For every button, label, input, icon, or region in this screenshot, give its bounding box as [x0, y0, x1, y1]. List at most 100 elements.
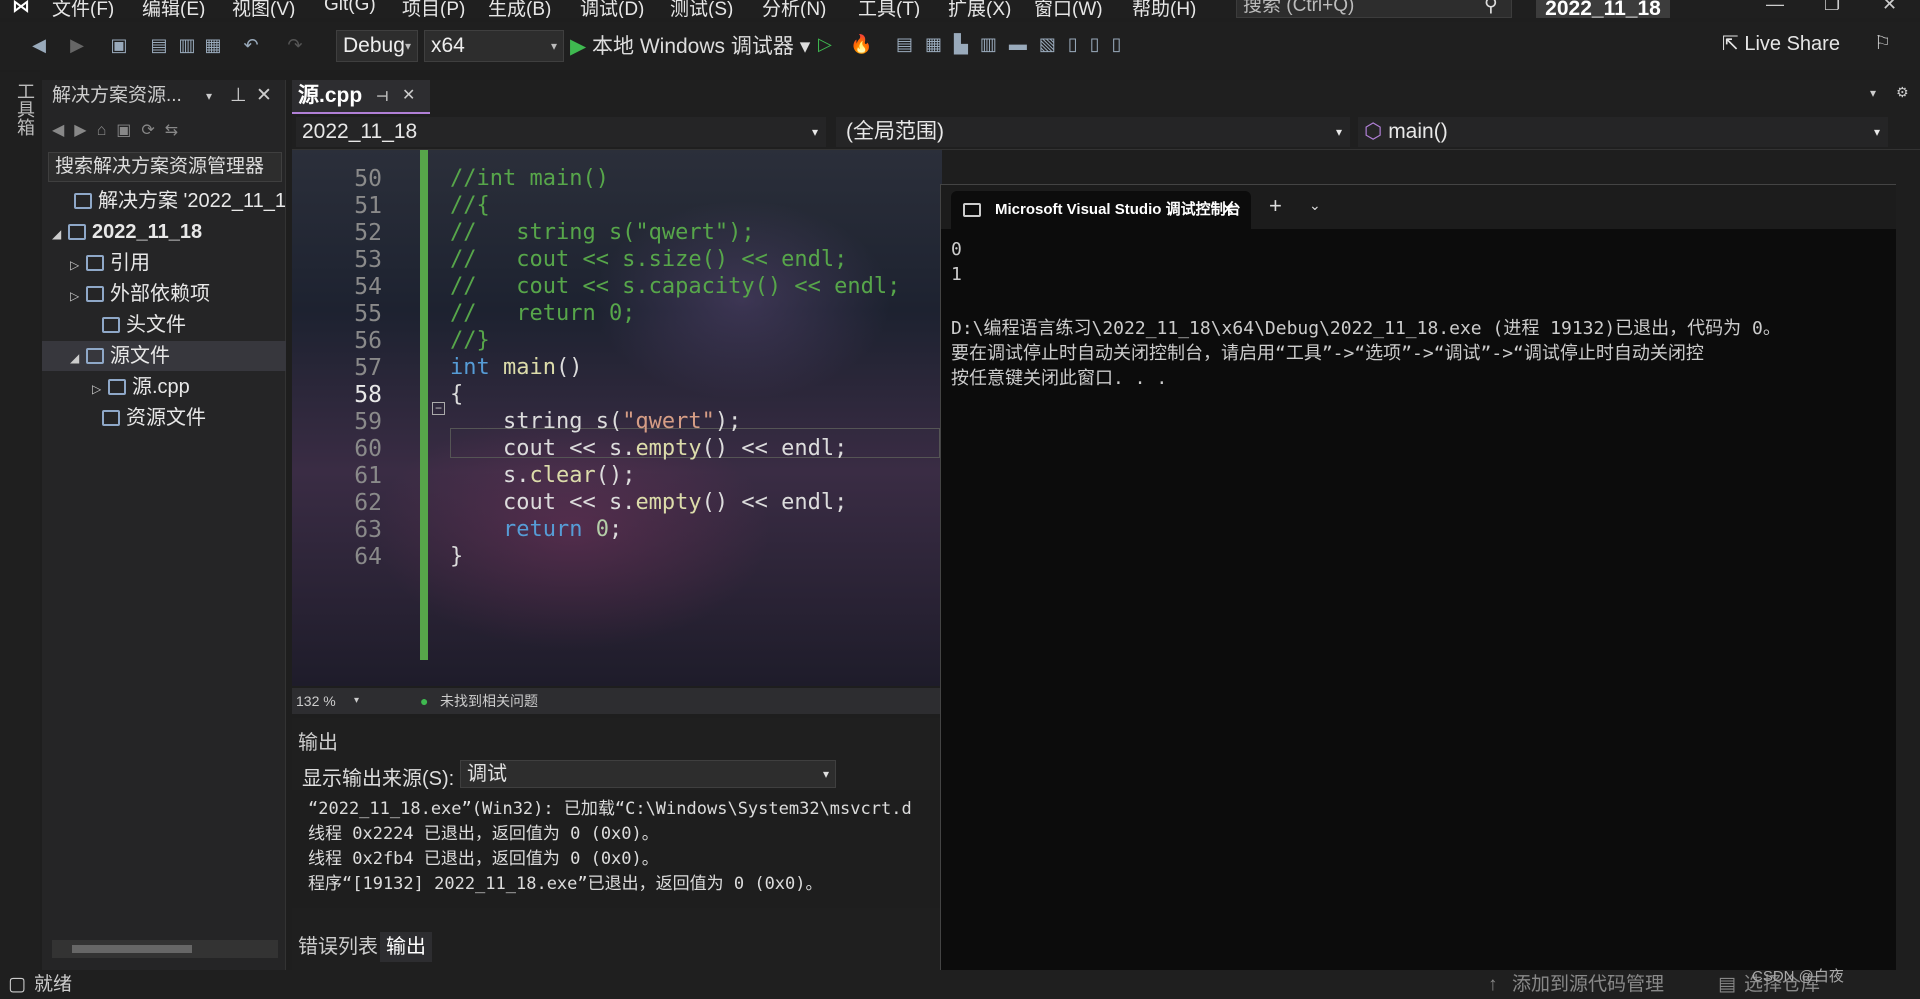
line-number: 57	[354, 355, 382, 381]
menu-item[interactable]: 测试(S)	[670, 0, 733, 18]
new-tab-icon[interactable]: +	[1269, 193, 1282, 219]
console-tab[interactable]: Microsoft Visual Studio 调试控制台 ✕	[951, 191, 1251, 229]
toolbar-icons-group[interactable]: ▤▦▙▥▬▧▯▯▯	[896, 34, 1134, 55]
menu-item[interactable]: 窗口(W)	[1034, 0, 1103, 18]
feedback-icon[interactable]: ⚐	[1874, 32, 1891, 55]
tab-source-cpp[interactable]: 源.cpp ⊣ ✕	[292, 80, 430, 114]
pin-icon[interactable]: ⊥	[230, 80, 247, 112]
live-share-button[interactable]: ⇱ Live Share	[1722, 31, 1840, 56]
save-all-icon[interactable]: ▦	[202, 34, 224, 56]
code-editor[interactable]: 50 51 52 53 54 55 56 57 58 59 60 61 62 63 64 − //int m…	[292, 150, 942, 686]
configuration-select[interactable]: Debug ▾	[336, 30, 418, 62]
tab-pin-icon[interactable]: ⊣	[376, 80, 389, 112]
line-number: 61	[354, 463, 382, 489]
horizontal-scrollbar[interactable]	[52, 940, 278, 958]
member-dropdown[interactable]: ⬡ main() ▾	[1358, 117, 1888, 147]
platform-select[interactable]: x64 ▾	[424, 30, 564, 62]
undo-icon[interactable]: ↶	[240, 34, 262, 56]
search-input[interactable]: 搜索 (Ctrl+Q)	[1236, 0, 1512, 18]
menu-item[interactable]: 分析(N)	[762, 0, 826, 18]
line-number: 53	[354, 247, 382, 273]
tree-item[interactable]: ▷ 源.cpp	[42, 372, 286, 402]
live-share-label: Live Share	[1744, 33, 1840, 55]
nav-member-value: main()	[1388, 120, 1448, 143]
start-without-debug-icon[interactable]: ▷	[818, 34, 832, 55]
output-text[interactable]: “2022_11_18.exe”(Win32): 已加载“C:\Windows\…	[292, 790, 942, 908]
add-source-control-button[interactable]: 添加到源代码管理	[1512, 970, 1664, 999]
expand-icon[interactable]: ◢	[70, 343, 86, 371]
start-debugging-button[interactable]: ▶ 本地 Windows 调试器 ▾	[570, 30, 810, 60]
share-icon: ⇱	[1722, 33, 1739, 55]
menu-item[interactable]: 工具(T)	[858, 0, 920, 18]
tree-item[interactable]: ▷ 引用	[42, 248, 286, 278]
output-line: 线程 0x2fb4 已退出，返回值为 0 (0x0)。	[308, 849, 659, 869]
folder-icon	[74, 193, 92, 209]
project-dropdown[interactable]: 2022_11_18 ▾	[296, 117, 826, 147]
menu-item[interactable]: 生成(B)	[488, 0, 551, 18]
code-line: cout << s.empty() << endl;	[450, 436, 848, 461]
tab-close-icon[interactable]: ✕	[402, 80, 415, 112]
folder-icon	[102, 410, 120, 426]
hot-reload-icon[interactable]: 🔥	[850, 34, 872, 55]
upload-icon[interactable]: ↑	[1488, 970, 1498, 999]
back-icon[interactable]: ◀	[28, 34, 50, 56]
issues-status[interactable]: 未找到相关问题	[440, 688, 538, 714]
minimize-icon[interactable]: —	[1766, 0, 1784, 15]
code-line: //int main()	[450, 166, 609, 191]
menu-item[interactable]: 项目(P)	[402, 0, 465, 18]
repo-icon[interactable]: ▤	[1718, 970, 1736, 999]
console-tab-title: Microsoft Visual Studio 调试控制台	[995, 201, 1241, 218]
expand-icon[interactable]: ▷	[92, 374, 108, 402]
tree-item-label: 头文件	[126, 314, 186, 336]
toolbox-strip[interactable]: 工具箱	[0, 72, 40, 970]
menu-item[interactable]: 帮助(H)	[1132, 0, 1196, 18]
close-icon[interactable]: ✕	[1882, 0, 1897, 15]
line-number: 51	[354, 193, 382, 219]
save-icon[interactable]: ▥	[176, 34, 198, 56]
menu-item[interactable]: 视图(V)	[232, 0, 295, 18]
tree-item[interactable]: 资源文件	[42, 403, 286, 433]
code-line: s.clear();	[450, 463, 636, 488]
collapse-icon[interactable]: −	[432, 402, 445, 415]
menu-item[interactable]: 调试(D)	[580, 0, 644, 18]
menu-item[interactable]: 编辑(E)	[142, 0, 205, 18]
tree-item[interactable]: ◢ 源文件	[42, 341, 286, 371]
search-icon[interactable]: ⚲	[1484, 0, 1498, 17]
output-source-value: 调试	[467, 763, 507, 785]
expand-icon[interactable]: ◢	[52, 219, 68, 247]
code-line: string s("qwert");	[450, 409, 742, 434]
open-icon[interactable]: ▤	[148, 34, 170, 56]
tab-overflow-icon[interactable]: ▾	[1870, 86, 1876, 100]
vs-logo-icon[interactable]: ⋈	[12, 0, 30, 17]
debug-console-window[interactable]: Microsoft Visual Studio 调试控制台 ✕ + ⌄ 0 1 D:…	[940, 184, 1920, 974]
console-tab-close-icon[interactable]: ✕	[1221, 191, 1235, 229]
solution-search-input[interactable]: 搜索解决方案资源管理器	[48, 152, 282, 182]
bottom-tab[interactable]: 错误列表	[292, 932, 384, 962]
redo-icon[interactable]: ↷	[284, 34, 306, 56]
panel-menu-icon[interactable]: ▾	[206, 80, 212, 112]
editor-scrollbar[interactable]	[1896, 150, 1920, 970]
menu-item[interactable]: 文件(F)	[52, 0, 114, 18]
tree-item[interactable]: 解决方案 '2022_11_18'	[42, 186, 286, 216]
tree-item[interactable]: ◢ 2022_11_18	[42, 217, 286, 247]
close-panel-icon[interactable]: ✕	[256, 80, 272, 112]
solution-toolbar: ◀▶⌂▣⟳⇆	[52, 122, 189, 139]
console-line: 0	[951, 239, 962, 260]
menu-bar: ⋈ 文件(F) 编辑(E) 视图(V) Git(G) 项目(P) 生成(B) 调试(D) 测试…	[0, 0, 1920, 18]
menu-item[interactable]: 扩展(X)	[948, 0, 1011, 18]
zoom-dropdown-icon[interactable]: ▾	[354, 688, 359, 714]
new-project-icon[interactable]: ▣	[108, 34, 130, 56]
forward-icon[interactable]: ▶	[66, 34, 88, 56]
bottom-tab[interactable]: 输出	[380, 932, 432, 962]
zoom-level[interactable]: 132 %	[296, 688, 336, 714]
tree-item[interactable]: ▷ 外部依赖项	[42, 279, 286, 309]
menu-item[interactable]: Git(G)	[324, 0, 376, 16]
expand-icon[interactable]: ▷	[70, 250, 86, 278]
output-source-select[interactable]: 调试 ▾	[460, 760, 836, 788]
restore-icon[interactable]: ❐	[1824, 0, 1840, 15]
settings-icon[interactable]: ⚙	[1896, 84, 1909, 101]
expand-icon[interactable]: ▷	[70, 281, 86, 309]
scope-dropdown[interactable]: (全局范围) ▾	[836, 117, 1350, 147]
tab-dropdown-icon[interactable]: ⌄	[1309, 197, 1321, 214]
tree-item[interactable]: 头文件	[42, 310, 286, 340]
